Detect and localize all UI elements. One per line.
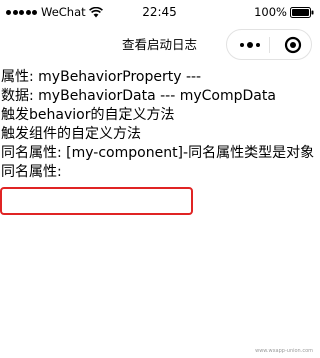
capsule-divider bbox=[269, 37, 270, 53]
status-right: 100% bbox=[254, 0, 314, 24]
log-line-data: 数据: myBehaviorData --- myCompData bbox=[1, 88, 276, 104]
more-options-icon[interactable] bbox=[235, 30, 265, 59]
battery-percentage: 100% bbox=[254, 5, 287, 19]
log-line-same-name-property: 同名属性: [my-component]-同名属性类型是对象 bbox=[1, 145, 315, 161]
battery-icon bbox=[290, 6, 314, 18]
status-bar: WeChat 22:45 100% bbox=[0, 0, 319, 24]
watermark: www.wxapp-union.com bbox=[255, 348, 313, 354]
log-line-behavior-method: 触发behavior的自定义方法 bbox=[1, 107, 175, 123]
menu-capsule bbox=[226, 29, 312, 60]
log-line-same-name-empty: 同名属性: bbox=[1, 164, 62, 180]
log-content: 属性: myBehaviorProperty --- 数据: myBehavio… bbox=[1, 68, 319, 182]
log-line-component-method: 触发组件的自定义方法 bbox=[1, 126, 141, 142]
highlight-box bbox=[0, 187, 193, 215]
log-line-property: 属性: myBehaviorProperty --- bbox=[1, 69, 202, 85]
navigation-bar: 查看启动日志 bbox=[0, 24, 319, 66]
close-miniprogram-icon[interactable] bbox=[278, 30, 308, 59]
